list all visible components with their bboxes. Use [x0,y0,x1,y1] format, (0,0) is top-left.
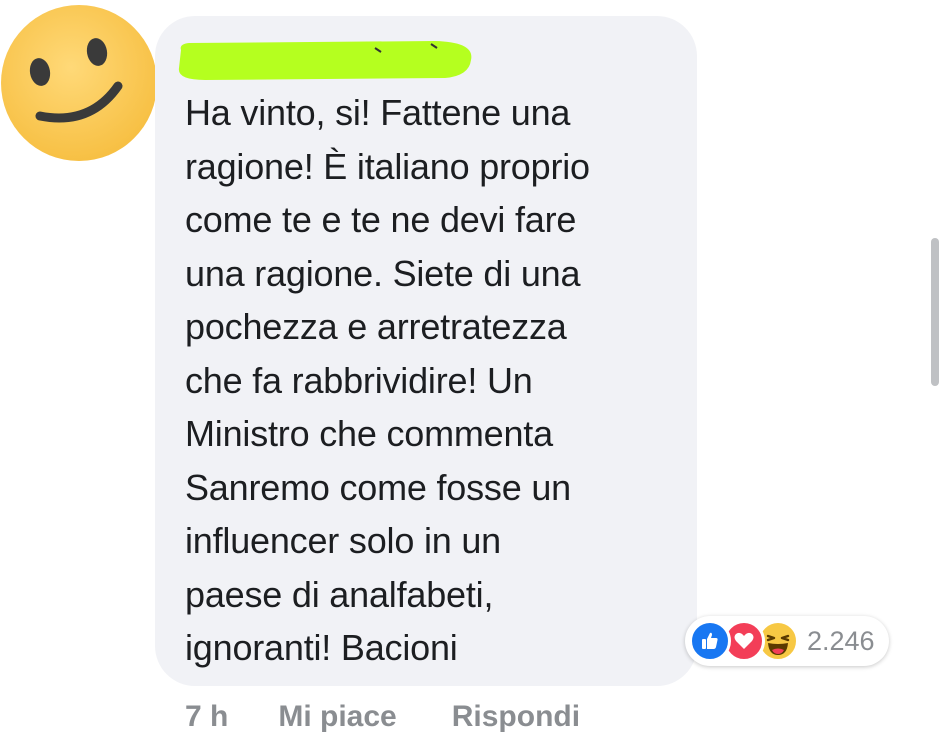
comment-screenshot: Ha vinto, si! Fattene una ragione! È ita… [0,0,945,744]
comment-line: influencer solo in un [185,520,502,561]
avatar[interactable] [0,4,158,162]
redacted-author-name [175,38,475,82]
comment-line: Ministro che commenta [185,413,553,454]
comment-text: Ha vinto, si! Fattene una ragione! È ita… [185,86,685,675]
comment-line: ignoranti! Bacioni [185,627,458,668]
comment-line: Sanremo come fosse un [185,466,571,508]
comment-line: pochezza e arretratezza [185,306,567,347]
like-button[interactable]: Mi piace [278,700,396,734]
comment-line: paese di analfabeti, [185,573,494,615]
comment-actions: 7 h Mi piace Rispondi [185,694,580,740]
comment-bubble: Ha vinto, si! Fattene una ragione! È ita… [155,16,697,686]
comment-line: Ha vinto, si! Fattene una [185,92,571,133]
reactions-count: 2.246 [807,625,875,656]
reactions-summary[interactable]: 2.246 [685,616,889,666]
comment-line: una ragione. Siete di una [185,252,581,294]
comment-line: come te e te ne devi fare [185,199,577,240]
comment-line: ragione! È italiano proprio [185,145,590,187]
reply-button[interactable]: Rispondi [452,700,580,734]
smiley-face-icon [1,5,157,161]
comment-line: che fa rabbrividire! Un [185,359,533,401]
comment-timestamp[interactable]: 7 h [185,700,228,734]
like-icon [689,620,731,662]
scrollbar[interactable] [931,238,939,386]
